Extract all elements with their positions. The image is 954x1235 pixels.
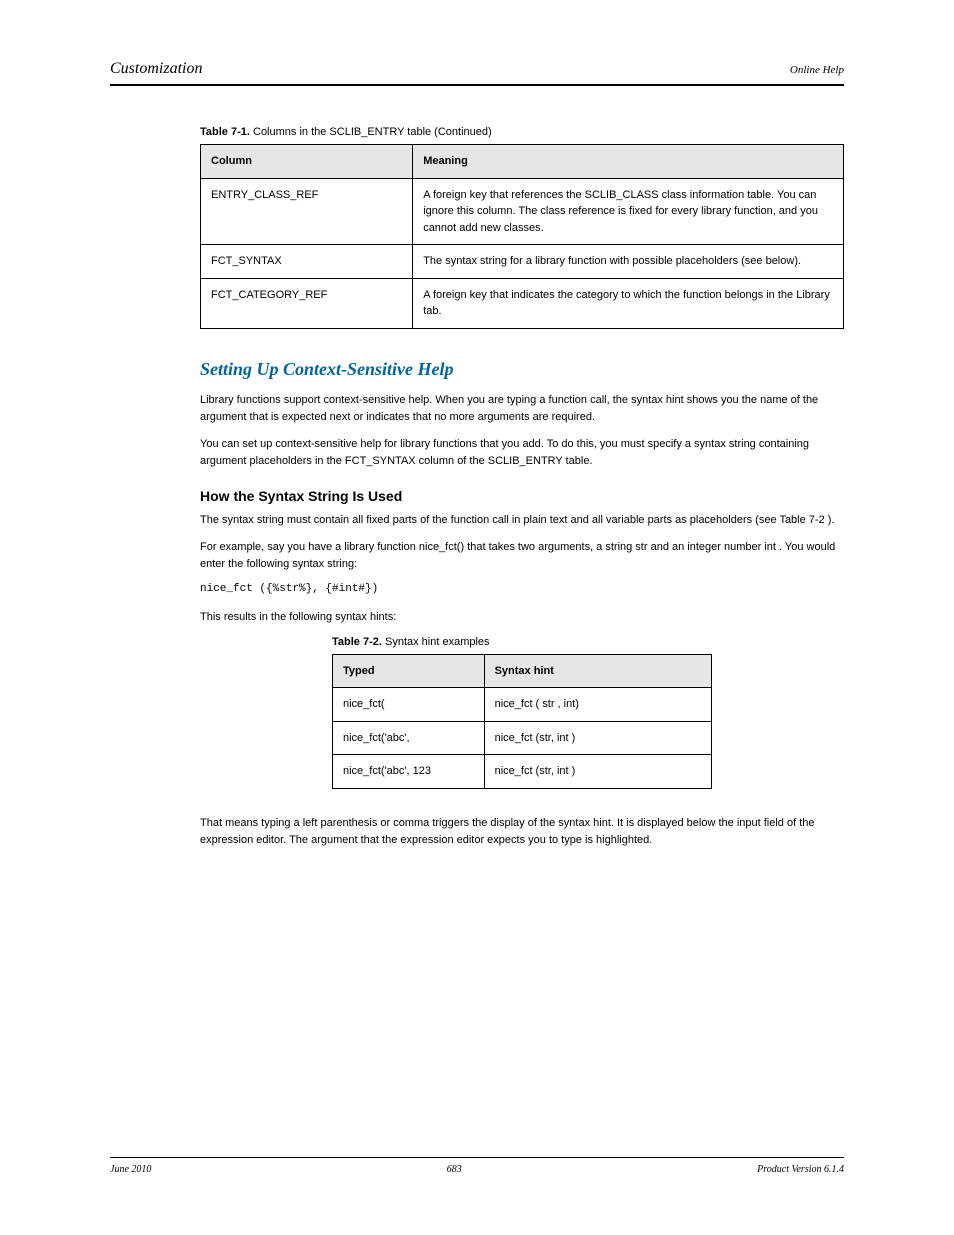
col-header-column: Column: [201, 145, 413, 179]
body-paragraph: For example, say you have a library func…: [200, 539, 844, 573]
header-title: Customization: [110, 60, 202, 78]
table1-caption: Table 7-1. Columns in the SCLIB_ENTRY ta…: [200, 126, 844, 138]
col-header-syntax-hint: Syntax hint: [484, 654, 711, 688]
table-sclib-entry: Column Meaning ENTRY_CLASS_REF A foreign…: [200, 144, 844, 329]
col-header-meaning: Meaning: [413, 145, 844, 179]
table-row: nice_fct('abc', nice_fct (str, int ): [333, 721, 712, 755]
table1-caption-num: Table 7-1.: [200, 126, 250, 138]
header-subtitle: Online Help: [790, 64, 844, 76]
cell-hint: nice_fct ( str , int): [484, 688, 711, 722]
table-row: nice_fct('abc', 123 nice_fct (str, int ): [333, 755, 712, 789]
table2-caption-text: Syntax hint examples: [385, 636, 490, 648]
section-title: Setting Up Context-Sensitive Help: [200, 359, 844, 380]
cell-meaning: The syntax string for a library function…: [413, 245, 844, 279]
footer-page-number: 683: [447, 1164, 462, 1175]
col-header-typed: Typed: [333, 654, 485, 688]
table2-caption-num: Table 7-2.: [332, 636, 382, 648]
cell-typed: nice_fct(: [333, 688, 485, 722]
table-syntax-hints: Typed Syntax hint nice_fct( nice_fct ( s…: [332, 654, 712, 789]
table1-caption-text: Columns in the SCLIB_ENTRY table (Contin…: [253, 126, 492, 138]
cell-column: FCT_SYNTAX: [201, 245, 413, 279]
table-row: nice_fct( nice_fct ( str , int): [333, 688, 712, 722]
cell-column: FCT_CATEGORY_REF: [201, 278, 413, 328]
cell-typed: nice_fct('abc',: [333, 721, 485, 755]
cell-hint: nice_fct (str, int ): [484, 755, 711, 789]
cell-typed: nice_fct('abc', 123: [333, 755, 485, 789]
cell-column: ENTRY_CLASS_REF: [201, 178, 413, 245]
syntax-example: nice_fct ({%str%}, {#int#}): [200, 583, 844, 595]
body-paragraph: The syntax string must contain all fixed…: [200, 512, 844, 529]
footer-version: Product Version 6.1.4: [757, 1164, 844, 1175]
table-header-row: Typed Syntax hint: [333, 654, 712, 688]
body-paragraph: Library functions support context-sensit…: [200, 392, 844, 426]
footer-date: June 2010: [110, 1164, 151, 1175]
table-row: FCT_SYNTAX The syntax string for a libra…: [201, 245, 844, 279]
table2-caption: Table 7-2. Syntax hint examples: [332, 636, 712, 648]
page-footer: June 2010 683 Product Version 6.1.4: [110, 1157, 844, 1175]
body-paragraph: That means typing a left parenthesis or …: [200, 815, 844, 849]
table-row: ENTRY_CLASS_REF A foreign key that refer…: [201, 178, 844, 245]
page-content: Table 7-1. Columns in the SCLIB_ENTRY ta…: [110, 126, 844, 849]
table-row: FCT_CATEGORY_REF A foreign key that indi…: [201, 278, 844, 328]
subsection-title: How the Syntax String Is Used: [200, 488, 844, 504]
cell-meaning: A foreign key that references the SCLIB_…: [413, 178, 844, 245]
cell-meaning: A foreign key that indicates the categor…: [413, 278, 844, 328]
body-paragraph: You can set up context-sensitive help fo…: [200, 436, 844, 470]
table-header-row: Column Meaning: [201, 145, 844, 179]
body-paragraph: This results in the following syntax hin…: [200, 609, 844, 626]
page-header: Customization Online Help: [110, 60, 844, 86]
cell-hint: nice_fct (str, int ): [484, 721, 711, 755]
